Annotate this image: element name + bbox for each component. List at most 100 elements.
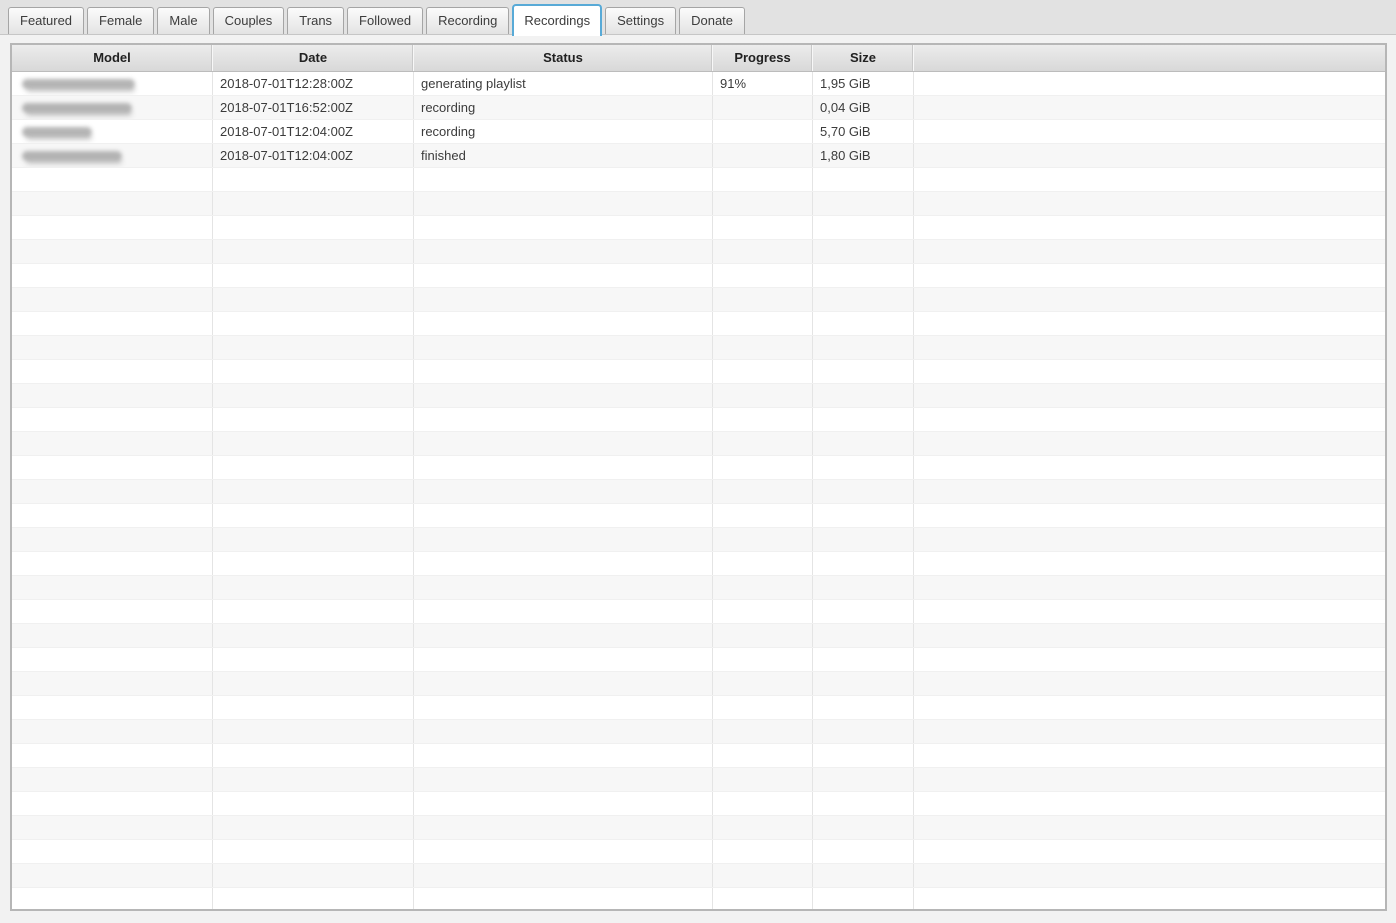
cell-status (414, 288, 713, 311)
cell-model (12, 480, 213, 503)
cell-size (813, 288, 914, 311)
cell-size: 1,80 GiB (813, 144, 914, 167)
cell-date (213, 768, 414, 791)
table-row-empty (12, 840, 1385, 864)
table-row[interactable]: 2018-07-01T12:04:00Z recording 5,70 GiB (12, 120, 1385, 144)
tab-female[interactable]: Female (87, 7, 154, 34)
cell-size (813, 792, 914, 815)
tab-label: Trans (299, 13, 332, 28)
cell-model (12, 672, 213, 695)
cell-filler (914, 480, 1385, 503)
table-row[interactable]: 2018-07-01T16:52:00Z recording 0,04 GiB (12, 96, 1385, 120)
column-header-status[interactable]: Status (414, 45, 713, 71)
table-row-empty (12, 408, 1385, 432)
cell-status (414, 312, 713, 335)
cell-progress (713, 600, 813, 623)
cell-model (12, 528, 213, 551)
cell-size (813, 192, 914, 215)
table-row-empty (12, 240, 1385, 264)
cell-model (12, 96, 213, 119)
cell-size: 1,95 GiB (813, 72, 914, 95)
column-header-progress[interactable]: Progress (713, 45, 813, 71)
tab-male[interactable]: Male (157, 7, 209, 34)
tab-trans[interactable]: Trans (287, 7, 344, 34)
cell-size (813, 168, 914, 191)
table-row-empty (12, 168, 1385, 192)
redacted-model-name (22, 103, 132, 113)
cell-model (12, 888, 213, 911)
column-header-model[interactable]: Model (12, 45, 213, 71)
redacted-model-name (22, 151, 122, 161)
column-header-size[interactable]: Size (813, 45, 914, 71)
cell-date (213, 744, 414, 767)
cell-model (12, 72, 213, 95)
cell-model (12, 336, 213, 359)
cell-size (813, 240, 914, 263)
cell-status (414, 624, 713, 647)
cell-model (12, 384, 213, 407)
table-row[interactable]: 2018-07-01T12:04:00Z finished 1,80 GiB (12, 144, 1385, 168)
cell-filler (914, 72, 1385, 95)
cell-status (414, 408, 713, 431)
tab-recording[interactable]: Recording (426, 7, 509, 34)
cell-model (12, 192, 213, 215)
cell-filler (914, 240, 1385, 263)
table-row-empty (12, 792, 1385, 816)
cell-model (12, 600, 213, 623)
cell-filler (914, 624, 1385, 647)
cell-model (12, 816, 213, 839)
tab-label: Recordings (524, 13, 590, 28)
cell-size (813, 840, 914, 863)
cell-filler (914, 96, 1385, 119)
cell-progress (713, 816, 813, 839)
cell-size (813, 696, 914, 719)
cell-filler (914, 120, 1385, 143)
cell-progress (713, 312, 813, 335)
tab-followed[interactable]: Followed (347, 7, 423, 34)
table-row-empty (12, 384, 1385, 408)
cell-filler (914, 840, 1385, 863)
tab-couples[interactable]: Couples (213, 7, 285, 34)
cell-status (414, 336, 713, 359)
column-header-date[interactable]: Date (213, 45, 414, 71)
cell-status (414, 432, 713, 455)
table-row-empty (12, 888, 1385, 911)
cell-status (414, 240, 713, 263)
table-row[interactable]: 2018-07-01T12:28:00Z generating playlist… (12, 72, 1385, 96)
cell-status: recording (414, 120, 713, 143)
tab-recordings[interactable]: Recordings (512, 4, 602, 36)
table-row-empty (12, 864, 1385, 888)
cell-filler (914, 648, 1385, 671)
cell-date (213, 408, 414, 431)
tab-featured[interactable]: Featured (8, 7, 84, 34)
tab-settings[interactable]: Settings (605, 7, 676, 34)
cell-date (213, 192, 414, 215)
table-row-empty (12, 192, 1385, 216)
table-body: 2018-07-01T12:28:00Z generating playlist… (12, 72, 1385, 911)
cell-status (414, 696, 713, 719)
cell-filler (914, 312, 1385, 335)
cell-size: 5,70 GiB (813, 120, 914, 143)
cell-status (414, 720, 713, 743)
cell-progress (713, 432, 813, 455)
cell-model (12, 504, 213, 527)
cell-model (12, 312, 213, 335)
cell-status (414, 552, 713, 575)
cell-model (12, 768, 213, 791)
cell-date (213, 600, 414, 623)
cell-filler (914, 288, 1385, 311)
cell-date (213, 840, 414, 863)
cell-status (414, 384, 713, 407)
redacted-model-name (22, 79, 135, 89)
cell-status (414, 528, 713, 551)
cell-progress (713, 336, 813, 359)
cell-progress (713, 384, 813, 407)
tab-donate[interactable]: Donate (679, 7, 745, 34)
column-header-filler[interactable] (914, 45, 1385, 71)
cell-date (213, 696, 414, 719)
cell-status (414, 840, 713, 863)
cell-date (213, 360, 414, 383)
cell-size (813, 624, 914, 647)
cell-date (213, 288, 414, 311)
cell-date (213, 480, 414, 503)
